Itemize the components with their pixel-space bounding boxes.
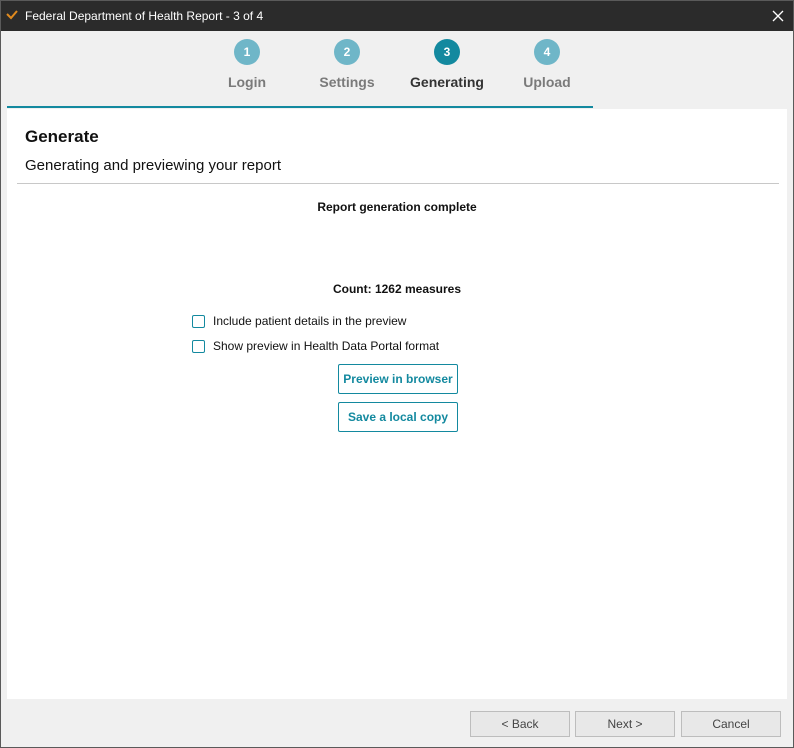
- next-button[interactable]: Next >: [575, 711, 675, 737]
- save-local-copy-button[interactable]: Save a local copy: [338, 402, 458, 432]
- step-label: Generating: [410, 74, 484, 90]
- close-icon: [772, 10, 784, 22]
- step-label: Upload: [523, 74, 571, 90]
- wizard-stepper: 1 Login 2 Settings 3 Generating 4 Upload: [7, 32, 593, 108]
- step-label: Login: [227, 74, 267, 90]
- step-upload[interactable]: 4 Upload: [497, 39, 597, 99]
- portal-format-option[interactable]: Show preview in Health Data Portal forma…: [192, 337, 439, 355]
- stepper-underline: [7, 106, 593, 108]
- close-button[interactable]: [763, 1, 793, 31]
- cancel-button[interactable]: Cancel: [681, 711, 781, 737]
- content-panel: Generate Generating and previewing your …: [7, 109, 787, 699]
- portal-format-checkbox[interactable]: [192, 339, 205, 353]
- status-text: Report generation complete: [317, 200, 477, 214]
- step-number: 1: [234, 39, 260, 65]
- step-number: 4: [534, 39, 560, 65]
- include-patient-details-option[interactable]: Include patient details in the preview: [192, 312, 406, 330]
- back-button[interactable]: < Back: [470, 711, 570, 737]
- checkbox-label: Include patient details in the preview: [213, 314, 407, 328]
- measure-count: Count: 1262 measures: [332, 282, 462, 296]
- preview-in-browser-button[interactable]: Preview in browser: [338, 364, 458, 394]
- divider: [17, 183, 779, 184]
- step-label: Settings: [319, 74, 375, 90]
- page-title: Generate: [25, 127, 99, 146]
- step-number: 2: [334, 39, 360, 65]
- step-number: 3: [434, 39, 460, 65]
- step-login[interactable]: 1 Login: [197, 39, 297, 99]
- step-generating[interactable]: 3 Generating: [397, 39, 497, 99]
- wizard-window: Federal Department of Health Report - 3 …: [0, 0, 794, 748]
- window-title: Federal Department of Health Report - 3 …: [25, 9, 264, 23]
- step-settings[interactable]: 2 Settings: [297, 39, 397, 99]
- brand-check-icon: [6, 10, 18, 20]
- checkbox-label: Show preview in Health Data Portal forma…: [213, 339, 440, 353]
- title-bar: Federal Department of Health Report - 3 …: [1, 1, 793, 31]
- include-patient-details-checkbox[interactable]: [192, 314, 205, 328]
- page-subtitle: Generating and previewing your report: [25, 157, 281, 174]
